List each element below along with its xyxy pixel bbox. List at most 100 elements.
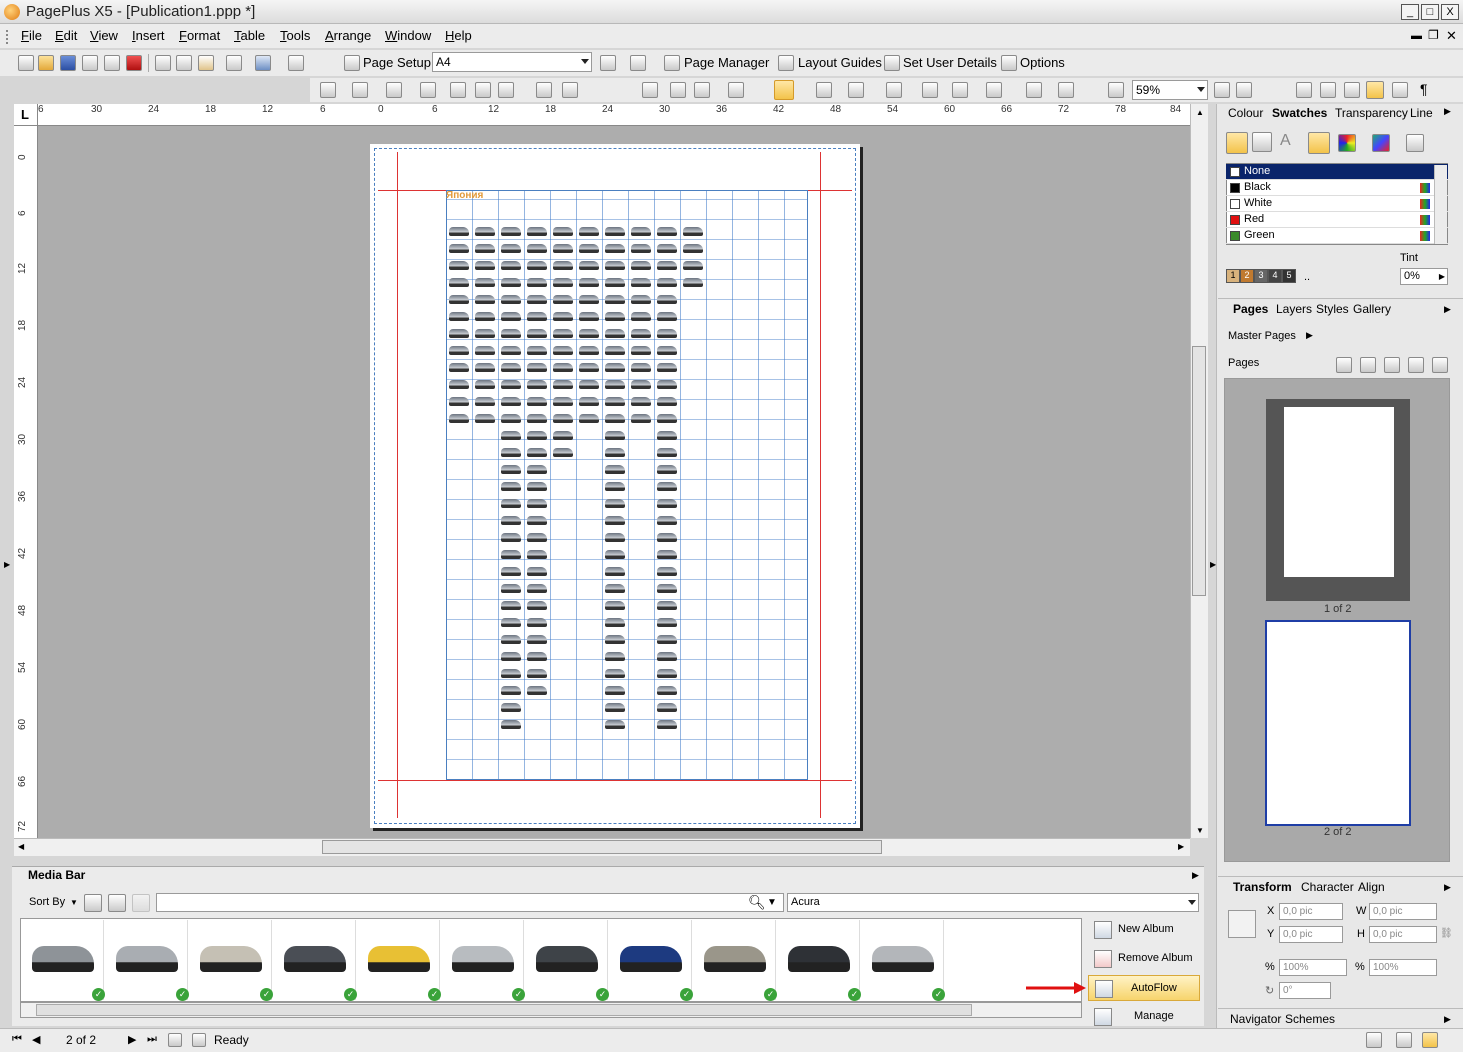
car-image[interactable] — [605, 448, 625, 457]
car-image[interactable] — [501, 533, 521, 542]
page-manager-status-icon[interactable] — [168, 1033, 182, 1047]
car-image[interactable] — [579, 397, 599, 406]
car-image[interactable] — [631, 227, 651, 236]
car-image[interactable] — [501, 397, 521, 406]
print-preview-icon[interactable] — [104, 55, 120, 71]
remove-album-button[interactable]: Remove Album — [1088, 946, 1200, 972]
car-image[interactable] — [527, 295, 547, 304]
car-image[interactable] — [657, 669, 677, 678]
car-image[interactable] — [527, 499, 547, 508]
car-image[interactable] — [657, 227, 677, 236]
car-image[interactable] — [579, 278, 599, 287]
car-image[interactable] — [475, 397, 495, 406]
car-image[interactable] — [657, 278, 677, 287]
menu-window[interactable]: Window — [385, 28, 431, 43]
maximize-button[interactable]: □ — [1421, 4, 1439, 20]
car-image[interactable] — [449, 261, 469, 270]
scroll-up-arrow-icon[interactable]: ▲ — [1196, 108, 1204, 117]
car-image[interactable] — [449, 278, 469, 287]
master-page-status-icon[interactable] — [192, 1033, 206, 1047]
car-image[interactable] — [527, 550, 547, 559]
gallery-icon[interactable] — [1058, 82, 1074, 98]
car-image[interactable] — [527, 244, 547, 253]
car-image[interactable] — [657, 550, 677, 559]
car-image[interactable] — [605, 550, 625, 559]
tab-line[interactable]: Line — [1410, 106, 1433, 120]
car-image[interactable] — [501, 244, 521, 253]
car-image[interactable] — [553, 431, 573, 440]
car-image[interactable] — [579, 363, 599, 372]
car-image[interactable] — [657, 584, 677, 593]
car-image[interactable] — [605, 516, 625, 525]
car-image[interactable] — [501, 669, 521, 678]
car-image[interactable] — [527, 397, 547, 406]
car-image[interactable] — [605, 431, 625, 440]
car-image[interactable] — [657, 482, 677, 491]
delete-page-icon[interactable] — [1408, 357, 1424, 373]
scroll-left-arrow-icon[interactable]: ◀ — [18, 842, 24, 851]
ruler-icon[interactable] — [1344, 82, 1360, 98]
car-image[interactable] — [475, 244, 495, 253]
car-image[interactable] — [501, 278, 521, 287]
car-image[interactable] — [501, 652, 521, 661]
car-image[interactable] — [527, 465, 547, 474]
car-image[interactable] — [527, 669, 547, 678]
car-image[interactable] — [501, 346, 521, 355]
car-image[interactable] — [527, 312, 547, 321]
search-options-chevron-down-icon[interactable]: ▼ — [767, 897, 777, 908]
car-image[interactable] — [605, 227, 625, 236]
text-frame-icon[interactable] — [816, 82, 832, 98]
car-image[interactable] — [657, 516, 677, 525]
car-image[interactable] — [501, 567, 521, 576]
fx-icon[interactable] — [475, 82, 491, 98]
car-image[interactable] — [657, 312, 677, 321]
car-image[interactable] — [579, 329, 599, 338]
car-image[interactable] — [605, 567, 625, 576]
page-view-status-icon[interactable] — [1422, 1032, 1438, 1048]
panel-menu-arrow-icon[interactable]: ▶ — [1444, 304, 1451, 315]
page-icon[interactable] — [1320, 82, 1336, 98]
car-image[interactable] — [527, 346, 547, 355]
car-image[interactable] — [553, 227, 573, 236]
car-image[interactable] — [449, 329, 469, 338]
mdi-restore-icon[interactable]: ❐ — [1428, 28, 1439, 42]
car-image[interactable] — [579, 414, 599, 423]
car-image[interactable] — [553, 448, 573, 457]
car-image[interactable] — [605, 244, 625, 253]
car-image[interactable] — [501, 618, 521, 627]
align-icon[interactable] — [670, 82, 686, 98]
car-image[interactable] — [631, 397, 651, 406]
media-thumbnail[interactable]: ✓ — [526, 920, 609, 1001]
minimize-button[interactable]: _ — [1401, 4, 1419, 20]
car-image[interactable] — [501, 703, 521, 712]
fill-icon[interactable] — [386, 82, 402, 98]
new-album-button[interactable]: New Album — [1088, 917, 1200, 943]
fill-swatch-icon[interactable] — [1226, 132, 1248, 154]
car-image[interactable] — [657, 652, 677, 661]
car-image[interactable] — [605, 618, 625, 627]
filter-icon[interactable] — [498, 82, 514, 98]
scroll-right-arrow-icon[interactable]: ▶ — [1178, 842, 1184, 851]
x-position-input[interactable]: 0,0 pic — [1279, 903, 1343, 920]
horizontal-ruler[interactable]: 6 30 24 18 12 6 0 6 12 18 24 30 36 42 48… — [14, 104, 1190, 126]
tint-swatch-3[interactable]: 3 — [1254, 269, 1268, 283]
car-image[interactable] — [449, 397, 469, 406]
car-image[interactable] — [605, 363, 625, 372]
car-image[interactable] — [501, 329, 521, 338]
connector-icon[interactable] — [952, 82, 968, 98]
redo-icon[interactable] — [288, 55, 304, 71]
swatch-row-white[interactable]: White — [1226, 196, 1448, 212]
car-image[interactable] — [501, 499, 521, 508]
car-image[interactable] — [657, 397, 677, 406]
pattern-palette-icon[interactable] — [1406, 134, 1424, 152]
car-image[interactable] — [631, 346, 651, 355]
scale-x-input[interactable]: 100% — [1279, 959, 1347, 976]
page-manager-icon[interactable] — [1432, 357, 1448, 373]
car-image[interactable] — [657, 244, 677, 253]
car-image[interactable] — [605, 346, 625, 355]
car-image[interactable] — [475, 295, 495, 304]
page-size-dropdown[interactable]: A4 — [432, 52, 592, 72]
car-image[interactable] — [657, 431, 677, 440]
car-image[interactable] — [657, 295, 677, 304]
car-image[interactable] — [657, 329, 677, 338]
